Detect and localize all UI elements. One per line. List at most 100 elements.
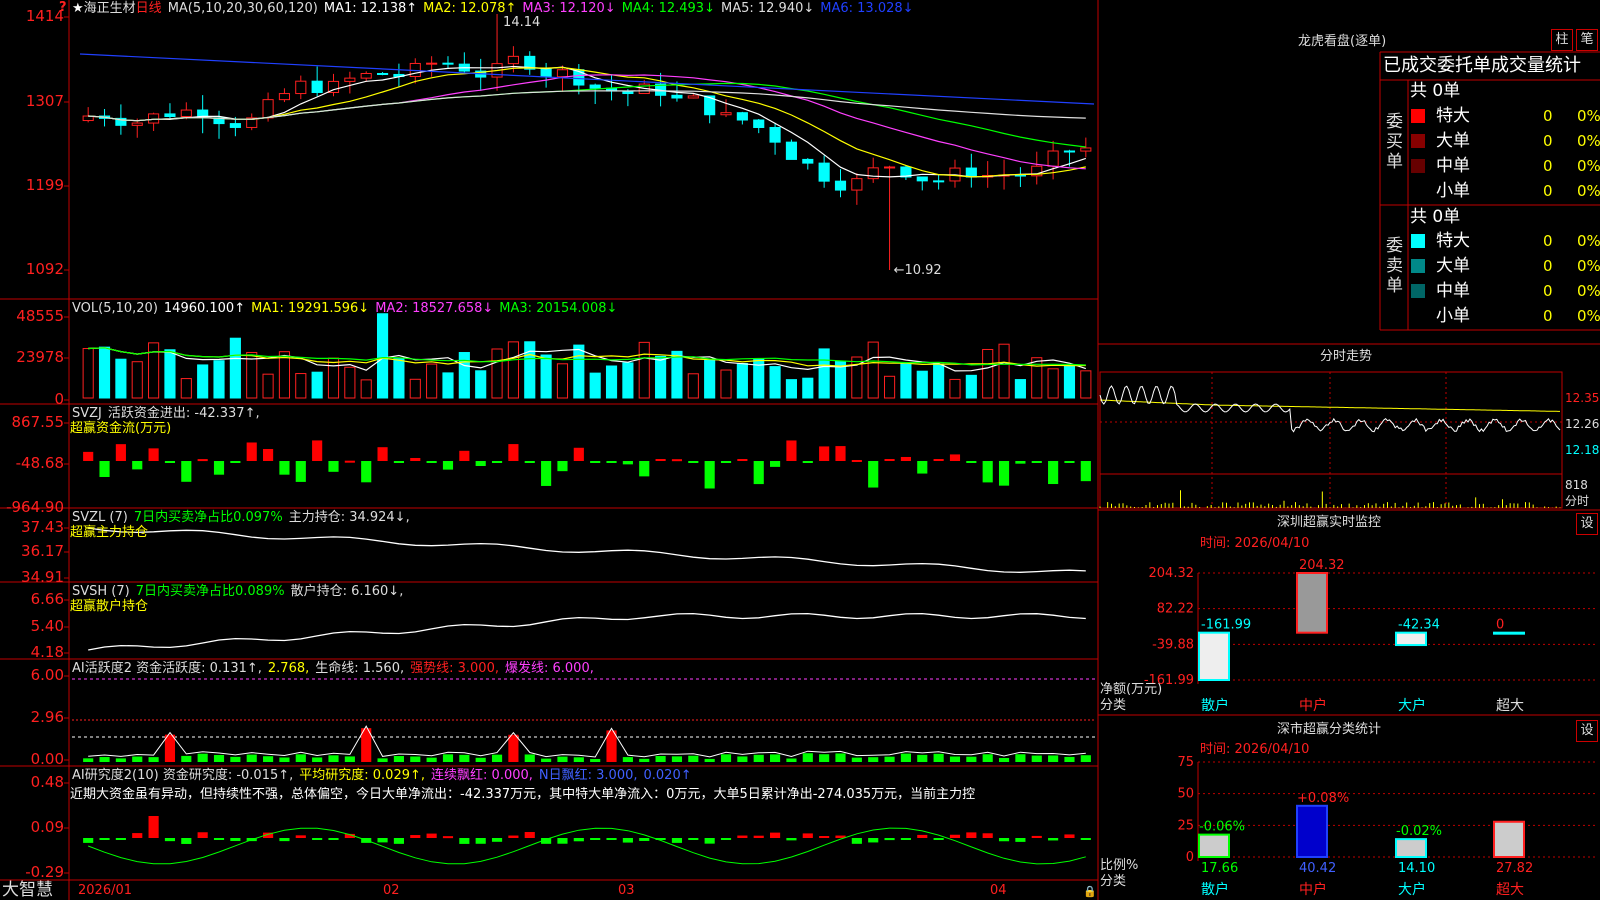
chart-canvas[interactable]: 14.14 ←10.92 -161.99 散户 204.32 中户 -42.34 大户 0 超大… xyxy=(0,0,1600,900)
intraday-tick-mid: 12.26 xyxy=(1565,417,1600,431)
svzj-bar xyxy=(197,459,208,462)
bar-mode-button[interactable]: 柱 xyxy=(1551,29,1573,51)
activity-bar xyxy=(344,756,355,762)
research-bar xyxy=(949,834,961,838)
candle-body xyxy=(295,80,307,95)
lock-icon[interactable]: 🔒 xyxy=(1083,884,1097,900)
svzj-bar xyxy=(491,461,503,463)
svzj-bar xyxy=(1048,461,1059,485)
szmon-title: 深圳超赢实时监控 xyxy=(1277,515,1382,530)
activity-bar xyxy=(115,758,126,762)
svzl-subtitle: 超赢主力持仓 xyxy=(70,525,149,540)
volume-bar xyxy=(638,341,650,399)
ai_res_panel-legend-item: 连续飘红: 0.000, xyxy=(431,768,533,783)
szcls-y-tick: 75 xyxy=(1177,755,1194,770)
svzj-bar xyxy=(246,442,257,461)
svzj-bar xyxy=(982,461,993,483)
ma5-line xyxy=(88,90,1086,122)
candle-body xyxy=(1014,174,1026,177)
szcls-y-tick: 50 xyxy=(1177,787,1194,802)
activity-bar xyxy=(377,758,388,762)
svzl_panel-legend-item: SVZL (7) xyxy=(72,510,128,525)
svzj-bar xyxy=(344,460,355,463)
volume-bar xyxy=(458,352,470,399)
price-panel[interactable]: 14.14 ←10.92 xyxy=(79,14,1095,278)
ai_act_panel-legend-item: 2.768, xyxy=(267,661,310,676)
szcls-value-label: 27.82 xyxy=(1496,861,1533,876)
lhb-row-label: 小单 xyxy=(1436,306,1470,326)
research-bar xyxy=(917,834,928,838)
svzj-panel[interactable] xyxy=(83,440,1091,489)
activity-bar xyxy=(737,756,748,762)
research-bar xyxy=(622,838,633,843)
research-bar xyxy=(557,838,568,844)
research-bar xyxy=(606,838,617,840)
intraday-tick-high: 12.35 xyxy=(1565,391,1600,405)
szcls-settings-button[interactable]: 设 xyxy=(1576,720,1598,742)
candle-body xyxy=(540,68,552,78)
activity-bar xyxy=(655,756,666,762)
szmon-settings-button[interactable]: 设 xyxy=(1576,513,1598,535)
volume-bar xyxy=(736,363,748,399)
ai-activity-panel[interactable] xyxy=(72,678,1096,762)
svzj-bar xyxy=(213,461,225,475)
svsh-panel[interactable] xyxy=(88,612,1086,651)
aires-y-tick: -0.29 xyxy=(25,863,64,881)
tick-mode-button[interactable]: 笔 xyxy=(1576,29,1598,51)
szmon-value-label: 0 xyxy=(1496,618,1504,633)
ai-research-panel[interactable] xyxy=(83,816,1091,865)
activity-bar xyxy=(99,757,110,762)
research-bar xyxy=(753,835,764,838)
szmon-y-tick: 204.32 xyxy=(1149,566,1195,581)
svzj-bar xyxy=(475,461,486,467)
price-y-tick: 1199 xyxy=(26,176,64,194)
lhb-row-label: 小单 xyxy=(1436,181,1470,201)
szmon-value-label: -42.34 xyxy=(1398,618,1440,633)
lhb-swatch xyxy=(1411,109,1425,123)
candle-body xyxy=(736,112,748,121)
ma6-line xyxy=(79,53,1095,105)
price_panel-legend-item: MA1: 12.138↑ xyxy=(323,1,418,16)
intraday-panel[interactable] xyxy=(1099,371,1563,509)
svzj-bar xyxy=(181,461,192,482)
volume-bar xyxy=(867,341,879,399)
activity-bar xyxy=(83,758,94,762)
ma3-line xyxy=(88,74,1086,170)
research-line xyxy=(88,827,1086,865)
research-bar xyxy=(459,838,470,844)
candle-body xyxy=(769,126,781,143)
price-legend: ★海正生材日线 MA(5,10,20,30,60,120) MA1: 12.138↑… xyxy=(72,1,920,17)
activity-bar xyxy=(508,734,519,762)
volume-bar xyxy=(82,348,94,399)
szmon-bar xyxy=(1493,631,1525,635)
svzj-bar xyxy=(263,448,274,461)
activity-bar xyxy=(328,755,339,762)
svzj-bar xyxy=(115,444,126,461)
svzj-bar xyxy=(1031,461,1042,463)
volume-bar xyxy=(376,313,389,399)
svzj-bar xyxy=(541,461,552,486)
activity-bar xyxy=(770,754,781,762)
svzj-bar xyxy=(377,447,388,461)
svsh_panel-legend-item: SVSH (7) xyxy=(72,584,130,599)
activity-bar xyxy=(557,756,568,762)
volume-bar xyxy=(785,379,798,399)
candle-body xyxy=(671,94,683,99)
svzj-y-tick: -964.90 xyxy=(6,498,64,516)
svzl-panel[interactable] xyxy=(88,527,1086,573)
activity-bar xyxy=(966,756,977,762)
svzj-y-tick: -48.68 xyxy=(16,454,64,472)
research-bar xyxy=(884,838,895,841)
candle-body xyxy=(1080,147,1092,152)
lhb-row-count: 0 xyxy=(1543,132,1553,150)
candle-body xyxy=(933,180,945,183)
svzj-bar xyxy=(671,459,683,462)
volume-panel[interactable] xyxy=(82,313,1092,399)
svzj-bar xyxy=(786,440,797,461)
svzl_panel-legend-item: 7日内买卖净占比0.097% xyxy=(133,510,283,525)
candle-body xyxy=(589,84,601,89)
aires-y-tick: 0.48 xyxy=(31,773,64,791)
vol-legend: VOL(5,10,20) 14960.100↑ MA1: 19291.596↓ MA2… xyxy=(72,301,623,317)
candle-body xyxy=(376,72,389,75)
candle-body xyxy=(442,62,454,65)
